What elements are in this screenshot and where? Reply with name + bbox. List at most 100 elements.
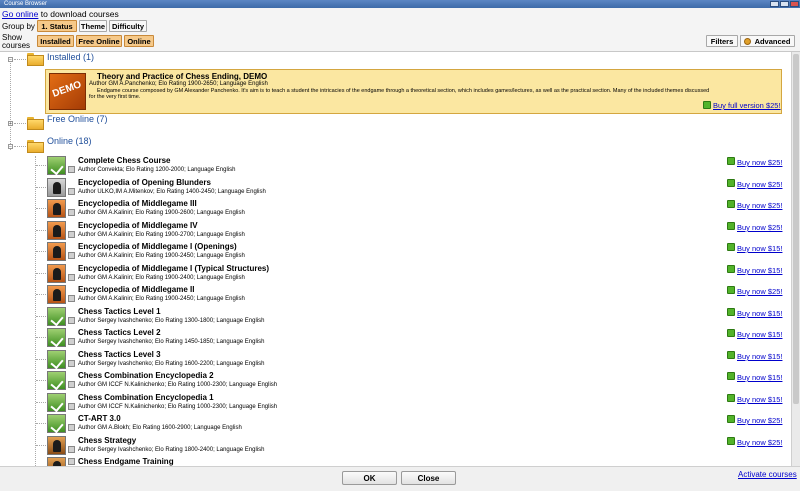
demo-course-description: Endgame course composed by GM Alexander … [97, 88, 710, 94]
course-row[interactable]: Encyclopedia of Middlegame II Author GM A… [0, 284, 791, 305]
buy-now-link[interactable]: Buy now $15! [737, 352, 782, 361]
course-icon [47, 436, 66, 455]
buy-now-link[interactable]: Buy now $15! [737, 330, 782, 339]
buy-now-link[interactable]: Buy now $15! [737, 266, 782, 275]
course-row[interactable]: CT-ART 3.0 Author GM A.Blokh; Elo Rating … [0, 413, 791, 434]
course-row[interactable]: Encyclopedia of Middlegame III Author GM … [0, 198, 791, 219]
group-by-theme-button[interactable]: Theme [79, 20, 107, 32]
go-online-suffix: to download courses [40, 9, 119, 19]
buy-now-link[interactable]: Buy now $25! [737, 201, 782, 210]
course-row[interactable]: Chess Tactics Level 1 Author Sergey Ivash… [0, 306, 791, 327]
course-row[interactable]: Chess Strategy Author Sergey Ivashchenko;… [0, 435, 791, 456]
show-online-button[interactable]: Online [124, 35, 154, 47]
course-row[interactable]: Chess Endgame Training [0, 456, 791, 466]
advanced-button[interactable]: Advanced [740, 35, 795, 47]
bottom-bar: OK Close [0, 466, 800, 491]
course-row[interactable]: Encyclopedia of Middlegame I (Openings) A… [0, 241, 791, 262]
go-online-line: Go online to download courses [2, 9, 119, 19]
info-icon [68, 188, 75, 195]
chess-piece-icon [53, 225, 61, 237]
course-row[interactable]: Chess Tactics Level 3 Author Sergey Ivash… [0, 349, 791, 370]
shopping-bag-icon [727, 394, 735, 402]
close-button[interactable]: Close [401, 471, 456, 485]
chess-piece-icon [53, 203, 61, 215]
group-by-status-button[interactable]: 1. Status [37, 20, 77, 32]
online-expander[interactable]: − [8, 144, 13, 150]
vertical-scrollbar[interactable] [791, 52, 800, 466]
course-icon [47, 242, 66, 261]
info-icon [68, 317, 75, 324]
group-installed[interactable]: Installed (1) [47, 52, 94, 63]
course-title: Encyclopedia of Middlegame III [78, 199, 197, 208]
installed-course-card[interactable]: DEMO Theory and Practice of Chess Ending… [45, 69, 782, 114]
filters-button[interactable]: Filters [706, 35, 738, 47]
buy-now-link[interactable]: Buy now $25! [737, 416, 782, 425]
group-free-online[interactable]: Free Online (7) [47, 114, 108, 125]
course-meta: Author Sergey Ivashchenko; Elo Rating 14… [78, 339, 265, 345]
course-row[interactable]: Chess Combination Encyclopedia 2 Author G… [0, 370, 791, 391]
shopping-bag-icon [727, 179, 735, 187]
course-meta: Author ULKO,IM A.Mitenkov; Elo Rating 14… [78, 189, 266, 195]
shopping-bag-icon [727, 200, 735, 208]
activate-courses-link[interactable]: Activate courses [738, 470, 797, 479]
info-icon [68, 403, 75, 410]
group-online[interactable]: Online (18) [47, 136, 92, 147]
buy-now-link[interactable]: Buy now $25! [737, 438, 782, 447]
checkmark-icon [52, 311, 60, 323]
shopping-bag-icon [727, 243, 735, 251]
course-meta: Author GM A.Kalinin; Elo Rating 1900-270… [78, 232, 245, 238]
course-icon [47, 350, 66, 369]
buy-now-link[interactable]: Buy now $25! [737, 158, 782, 167]
info-icon [68, 252, 75, 259]
installed-expander[interactable]: − [8, 57, 13, 63]
tree-line [10, 58, 11, 150]
shopping-bag-icon [727, 372, 735, 380]
maximize-button[interactable] [780, 1, 789, 7]
group-by-difficulty-button[interactable]: Difficulty [109, 20, 147, 32]
free-online-expander[interactable]: + [8, 121, 13, 127]
course-row[interactable]: Encyclopedia of Middlegame I (Typical St… [0, 263, 791, 284]
go-online-link[interactable]: Go online [2, 9, 38, 19]
minimize-button[interactable] [770, 1, 779, 7]
tree-line [36, 423, 46, 424]
course-row[interactable]: Complete Chess Course Author Convekta; El… [0, 155, 791, 176]
course-row[interactable]: Chess Combination Encyclopedia 1 Author G… [0, 392, 791, 413]
buy-now-link[interactable]: Buy now $15! [737, 244, 782, 253]
buy-now-link[interactable]: Buy now $15! [737, 309, 782, 318]
info-icon [68, 209, 75, 216]
demo-course-icon: DEMO [49, 73, 86, 110]
gear-icon [744, 38, 751, 45]
buy-now-link[interactable]: Buy now $15! [737, 395, 782, 404]
course-meta: Author Sergey Ivashchenko; Elo Rating 16… [78, 361, 265, 367]
checkmark-icon [52, 332, 60, 344]
scrollbar-thumb[interactable] [793, 54, 799, 404]
show-installed-button[interactable]: Installed [37, 35, 74, 47]
window-title: Course Browser [4, 1, 48, 7]
buy-full-version-link[interactable]: Buy full version $25! [713, 101, 781, 110]
course-row[interactable]: Encyclopedia of Opening Blunders Author U… [0, 177, 791, 198]
course-row[interactable]: Chess Tactics Level 2 Author Sergey Ivash… [0, 327, 791, 348]
close-window-button[interactable] [790, 1, 799, 7]
show-courses-label-2: courses [2, 41, 31, 50]
info-icon [68, 446, 75, 453]
shopping-bag-icon [727, 265, 735, 273]
course-tree[interactable]: − Installed (1) + Free Online (7) − Onli… [0, 52, 791, 466]
tree-line [36, 337, 46, 338]
ok-button[interactable]: OK [342, 471, 397, 485]
shopping-bag-icon [703, 101, 711, 109]
shopping-bag-icon [727, 308, 735, 316]
course-icon [47, 264, 66, 283]
tree-line [36, 359, 46, 360]
info-icon [68, 295, 75, 302]
tree-line [36, 165, 46, 166]
buy-now-link[interactable]: Buy now $25! [737, 287, 782, 296]
buy-now-link[interactable]: Buy now $25! [737, 180, 782, 189]
course-title: Chess Strategy [78, 436, 137, 445]
course-row[interactable]: Encyclopedia of Middlegame IV Author GM A… [0, 220, 791, 241]
tree-line [14, 146, 26, 147]
course-icon [47, 457, 66, 466]
buy-now-link[interactable]: Buy now $25! [737, 223, 782, 232]
show-free-online-button[interactable]: Free Online [76, 35, 122, 47]
checkmark-icon [52, 354, 60, 366]
buy-now-link[interactable]: Buy now $15! [737, 373, 782, 382]
